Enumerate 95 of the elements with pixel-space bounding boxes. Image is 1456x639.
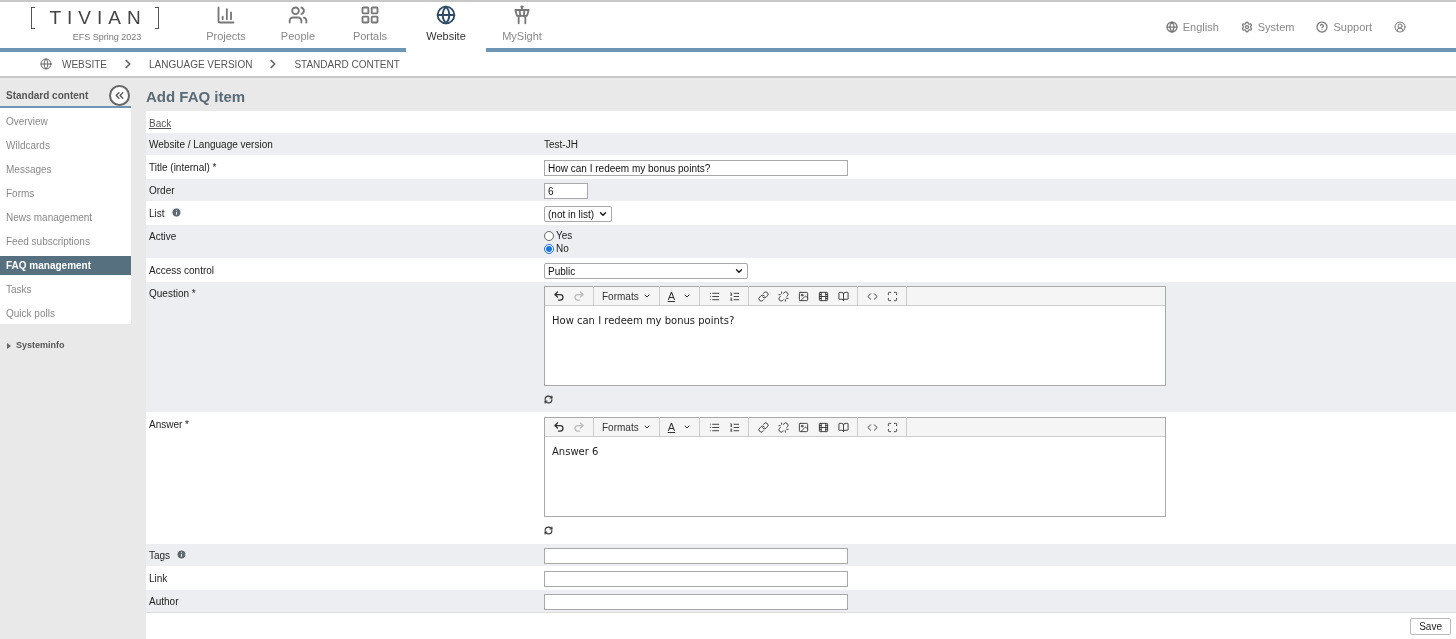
input-field[interactable] <box>544 548 848 564</box>
editor-content[interactable]: How can I redeem my bonus points? <box>545 306 1165 385</box>
globe-icon <box>1165 21 1178 34</box>
redo-icon <box>573 421 585 433</box>
sidebar-item[interactable]: Feed subscriptions <box>0 232 131 251</box>
unlink-icon <box>777 290 789 302</box>
bar-chart-icon <box>216 4 236 25</box>
film-icon <box>817 421 829 433</box>
link-icon <box>757 290 769 302</box>
input-field[interactable]: 6 <box>544 183 588 199</box>
nav-tab[interactable]: Portals <box>334 4 406 52</box>
image-icon <box>797 290 809 302</box>
undo-icon <box>553 421 565 433</box>
image-icon <box>797 421 809 433</box>
formats-dropdown[interactable]: Formats <box>598 288 655 304</box>
caret-icon <box>734 266 744 276</box>
nav-tab[interactable]: Website <box>406 4 486 52</box>
redo-icon <box>573 290 585 302</box>
editor-content[interactable]: Answer 6 <box>545 437 1165 516</box>
field-label: Access control <box>149 264 215 278</box>
nav-tab[interactable]: MySight <box>486 4 558 52</box>
fullscreen-icon <box>886 290 898 302</box>
collapse-button[interactable] <box>109 84 130 106</box>
field-label: Title (internal) * <box>149 161 217 175</box>
code-icon <box>866 421 878 433</box>
sidebar-item[interactable]: FAQ management <box>0 256 131 275</box>
bullet-list-icon <box>708 421 720 433</box>
sidebar-item[interactable]: News management <box>0 208 131 227</box>
settings-icon <box>1240 21 1253 34</box>
refresh-icon[interactable] <box>544 525 553 535</box>
radio-option[interactable]: No <box>544 242 1456 255</box>
back-link[interactable]: Back <box>149 115 172 131</box>
formats-dropdown[interactable]: Formats <box>598 419 655 435</box>
caret-icon <box>642 292 651 300</box>
text-color-dropdown[interactable]: A <box>663 418 695 436</box>
people-icon <box>288 4 308 25</box>
unlink-icon <box>777 421 789 433</box>
select-dropdown[interactable]: Public <box>544 263 748 279</box>
field-label: Answer * <box>149 418 189 432</box>
field-label: Active <box>149 230 177 244</box>
input-field[interactable] <box>544 594 848 610</box>
sidebar-item[interactable]: Forms <box>0 184 131 203</box>
fullscreen-icon <box>886 421 898 433</box>
film-icon <box>817 290 829 302</box>
select-dropdown[interactable]: (not in list) <box>544 206 613 222</box>
breadcrumb-link[interactable]: LANGUAGE VERSION <box>149 56 253 72</box>
sidebar-title: Standard content <box>6 88 89 103</box>
text-color-dropdown[interactable]: A <box>663 287 695 305</box>
caret-icon <box>683 292 691 300</box>
field-label: Question * <box>149 287 196 301</box>
input-field[interactable] <box>544 571 848 587</box>
user-icon[interactable] <box>1394 21 1406 34</box>
sidebar-item[interactable]: Wildcards <box>0 136 131 155</box>
code-icon <box>866 290 878 302</box>
logo: TIVIAN <box>31 6 159 29</box>
sidebar-section[interactable]: Systeminfo <box>0 339 65 353</box>
bullet-list-icon <box>708 290 720 302</box>
field-label: Author <box>149 595 179 609</box>
field-label: Link <box>149 572 168 586</box>
field-label: Tags <box>149 549 171 563</box>
radio-option[interactable]: Yes <box>544 229 1456 242</box>
field-label: Website / Language version <box>149 138 273 152</box>
numbered-list-icon <box>728 421 740 433</box>
sidebar-item[interactable]: Quick polls <box>0 304 131 323</box>
field-value: Test-JH <box>544 139 578 150</box>
sidebar-item[interactable]: Tasks <box>0 280 131 299</box>
caret-icon <box>683 423 691 431</box>
page-title: Add FAQ item <box>146 87 246 108</box>
sidebar-item[interactable]: Messages <box>0 160 131 179</box>
sidebar-item[interactable]: Overview <box>0 112 131 131</box>
numbered-list-icon <box>728 290 740 302</box>
tower-icon <box>512 4 532 25</box>
field-label: Order <box>149 184 175 198</box>
breadcrumb-link[interactable]: STANDARD CONTENT <box>294 56 400 72</box>
field-label: List <box>149 207 165 221</box>
header-link[interactable]: System <box>1240 19 1295 36</box>
edition-label: EFS Spring 2023 <box>72 30 142 44</box>
grid-icon <box>360 4 380 25</box>
nav-tab[interactable]: People <box>262 4 334 52</box>
book-icon <box>837 290 849 302</box>
breadcrumb-link[interactable]: WEBSITE <box>62 56 107 72</box>
header-link[interactable]: Support <box>1316 19 1372 36</box>
caret-icon <box>598 209 609 219</box>
caret-icon <box>642 423 651 431</box>
globe-icon <box>436 4 456 25</box>
input-field[interactable]: How can I redeem my bonus points? <box>544 160 848 176</box>
undo-icon <box>553 290 565 302</box>
book-icon <box>837 421 849 433</box>
link-icon <box>757 421 769 433</box>
refresh-icon[interactable] <box>544 394 553 404</box>
help-icon <box>1316 21 1329 34</box>
globe-icon <box>40 58 52 70</box>
nav-tab[interactable]: Projects <box>190 4 262 52</box>
header-link[interactable]: English <box>1165 19 1219 36</box>
save-button[interactable]: Save <box>1410 617 1451 635</box>
